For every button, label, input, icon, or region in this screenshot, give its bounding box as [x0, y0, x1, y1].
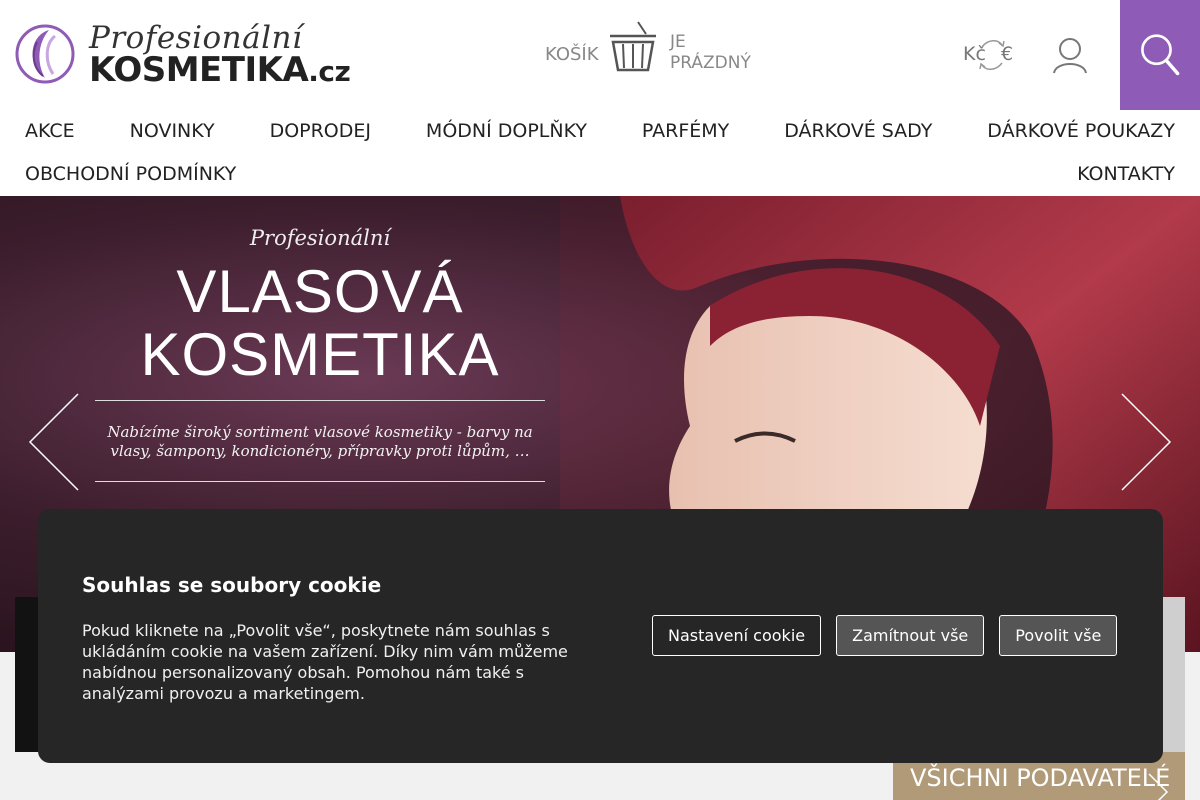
cart-status-line1: JE — [670, 32, 686, 52]
cookie-consent-dialog: Souhlas se soubory cookie Pokud kliknete… — [38, 509, 1163, 763]
cart-status: JE PRÁZDNÝ — [670, 32, 751, 74]
cookie-title: Souhlas se soubory cookie — [82, 573, 382, 597]
currency-eur-label: € — [1001, 43, 1014, 65]
search-button[interactable] — [1120, 0, 1200, 110]
chevron-right-icon — [1148, 773, 1169, 800]
all-brands-label: VŠICHNI PODAVATELÉ — [910, 764, 1171, 792]
slider-next-arrow-icon[interactable] — [1120, 392, 1172, 492]
cart-label: KOŠÍK — [545, 44, 599, 65]
cookie-reject-all-button[interactable]: Zamítnout vše — [836, 615, 985, 656]
currency-switch[interactable]: Kč € — [958, 35, 1020, 75]
logo-wordmark-tld: .cz — [308, 55, 351, 88]
nav-item-modni-doplnky[interactable]: MÓDNÍ DOPLŇKY — [426, 120, 587, 142]
cookie-text: Pokud kliknete na „Povolit vše“, poskytn… — [82, 621, 568, 703]
logo-wordmark: KOSMETIKA.cz — [89, 50, 351, 90]
hero-title: VLASOVÁ KOSMETIKA — [95, 260, 545, 386]
nav-item-doprodej[interactable]: DOPRODEJ — [270, 120, 371, 142]
site-logo[interactable]: Profesionální KOSMETIKA.cz — [15, 20, 355, 90]
cart-widget[interactable]: KOŠÍK JE PRÁZDNÝ — [545, 20, 775, 90]
cookie-accept-all-button[interactable]: Povolit vše — [999, 615, 1118, 656]
hero-kicker: Profesionální — [249, 226, 391, 250]
nav-item-parfemy[interactable]: PARFÉMY — [642, 120, 729, 142]
slider-prev-arrow-icon[interactable] — [28, 392, 80, 492]
hero-title-line2: KOSMETIKA — [140, 321, 500, 388]
basket-icon — [610, 21, 656, 72]
cookie-settings-button[interactable]: Nastavení cookie — [652, 615, 822, 656]
search-icon — [1141, 34, 1180, 76]
nav-item-darkove-poukazy[interactable]: DÁRKOVÉ POUKAZY — [987, 120, 1175, 142]
site-header: Profesionální KOSMETIKA.cz KOŠÍK JE PRÁZ… — [0, 0, 1200, 110]
logo-wordmark-main: KOSMETIKA — [89, 50, 309, 90]
nav-row-2: OBCHODNÍ PODMÍNKY KONTAKTY — [25, 163, 1175, 185]
hero-title-line1: VLASOVÁ — [176, 258, 464, 325]
nav-item-darkove-sady[interactable]: DÁRKOVÉ SADY — [784, 120, 932, 142]
main-navigation: AKCE NOVINKY DOPRODEJ MÓDNÍ DOPLŇKY PARF… — [0, 110, 1200, 196]
nav-item-obchodni-podminky[interactable]: OBCHODNÍ PODMÍNKY — [25, 163, 236, 185]
user-account-icon[interactable] — [1050, 35, 1090, 75]
hero-text-block: Profesionální VLASOVÁ KOSMETIKA Nabízíme… — [95, 226, 545, 482]
cart-status-line2: PRÁZDNÝ — [670, 53, 751, 73]
logo-face-icon — [15, 24, 75, 84]
nav-row-1: AKCE NOVINKY DOPRODEJ MÓDNÍ DOPLŇKY PARF… — [25, 120, 1175, 142]
hero-description: Nabízíme široký sortiment vlasové kosmet… — [95, 400, 545, 482]
nav-item-akce[interactable]: AKCE — [25, 120, 75, 142]
nav-item-kontakty[interactable]: KONTAKTY — [1077, 163, 1175, 185]
cookie-buttons: Nastavení cookie Zamítnout vše Povolit v… — [652, 615, 1118, 656]
nav-item-novinky[interactable]: NOVINKY — [130, 120, 215, 142]
